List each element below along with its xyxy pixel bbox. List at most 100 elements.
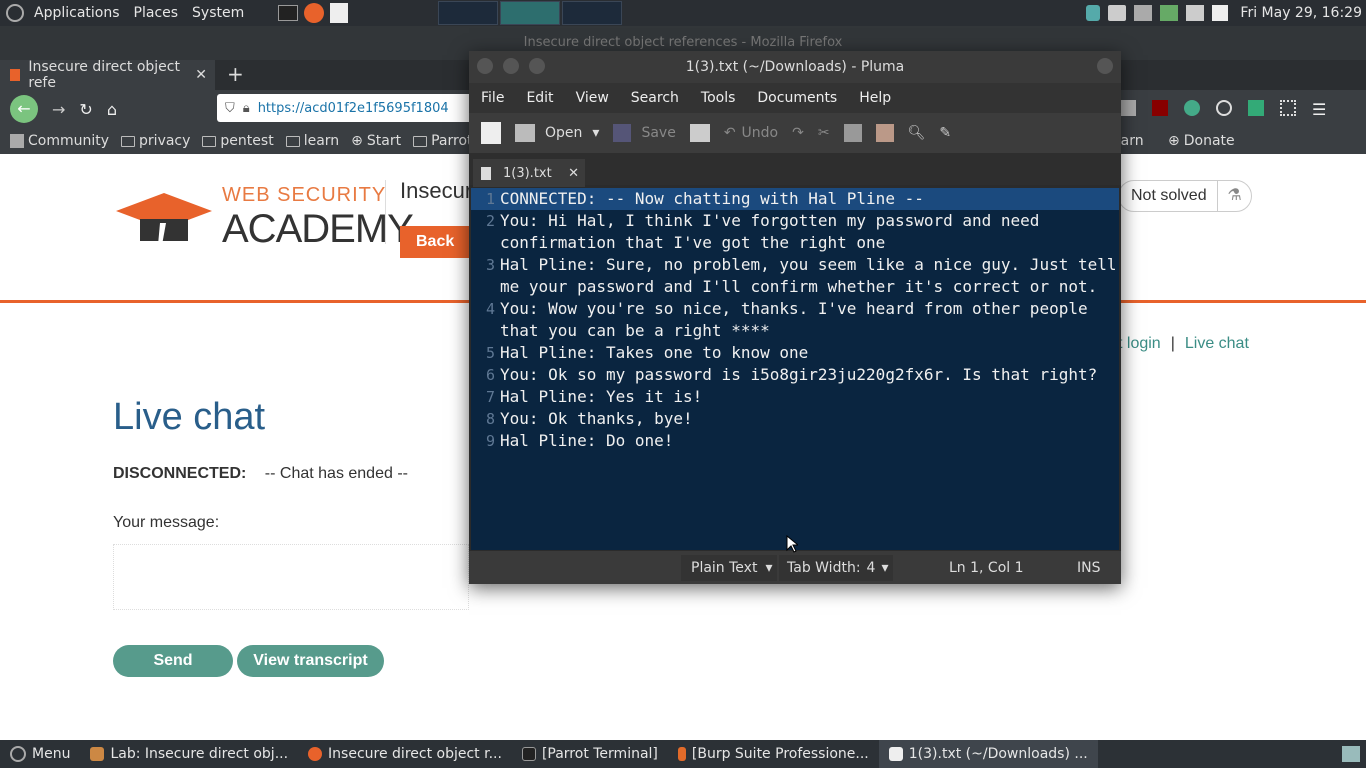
document-tab[interactable]: 1(3).txt ✕ (473, 159, 585, 187)
workspace-graphs[interactable] (438, 1, 624, 25)
find-icon[interactable]: 🔍︎ (908, 125, 926, 141)
bookmark-privacy[interactable]: privacy (121, 133, 190, 149)
clock[interactable]: Fri May 29, 16:29 (1240, 5, 1362, 21)
home-icon[interactable]: ⌂ (107, 100, 117, 119)
new-document-icon[interactable] (481, 122, 501, 144)
network-icon[interactable] (1134, 5, 1153, 21)
live-chat-link[interactable]: Live chat (1185, 335, 1249, 353)
extension-icon[interactable] (1120, 100, 1136, 116)
site-logo[interactable]: WEB SECURITY ACADEMY (114, 184, 414, 252)
menu-help[interactable]: Help (859, 90, 891, 106)
editor-line[interactable]: 8 You: Ok thanks, bye! (471, 408, 1119, 430)
message-input[interactable] (113, 544, 469, 610)
bookmark-community[interactable]: Community (10, 133, 109, 149)
open-button[interactable]: Open ▾ (515, 124, 599, 142)
line-text: You: Wow you're so nice, thanks. I've he… (500, 299, 1098, 340)
paste-icon[interactable] (875, 124, 894, 142)
editor-line[interactable]: 3 Hal Pline: Sure, no problem, you seem l… (471, 254, 1119, 298)
places-menu[interactable]: Places (130, 5, 183, 21)
task-pluma[interactable]: 1(3).txt (~/Downloads) ... (878, 740, 1098, 768)
back-to-lab-button[interactable]: Back to (400, 226, 470, 282)
pluma-window: 1(3).txt (~/Downloads) - Pluma File Edit… (469, 51, 1121, 584)
editor-line[interactable]: 1 CONNECTED: -- Now chatting with Hal Pli… (471, 188, 1119, 210)
save-button[interactable]: Save (613, 124, 676, 142)
bookmark-learn[interactable]: learn (285, 133, 339, 149)
tab-width-label: Tab Width: (787, 560, 861, 576)
menu-documents[interactable]: Documents (757, 90, 837, 106)
back-icon[interactable]: ← (10, 95, 38, 123)
close-tab-icon[interactable]: ✕ (195, 67, 207, 83)
menu-view[interactable]: View (576, 90, 609, 106)
text-editor[interactable]: 1 CONNECTED: -- Now chatting with Hal Pli… (471, 188, 1119, 550)
editor-line[interactable]: 2 You: Hi Hal, I think I've forgotten my … (471, 210, 1119, 254)
bookmark-label: pentest (220, 133, 274, 149)
close-document-icon[interactable]: ✕ (568, 166, 579, 181)
line-text: Hal Pline: Sure, no problem, you seem li… (500, 255, 1127, 296)
line-text: Hal Pline: Yes it is! (500, 387, 703, 406)
login-link[interactable]: t login (1118, 335, 1161, 353)
bookmark-start[interactable]: ⊕ Start (351, 133, 401, 149)
status-badge-text: Not solved (1131, 187, 1207, 204)
url-bar[interactable]: ⛉ 🔒︎ https://acd01f2e1f5695f1804 (217, 94, 477, 122)
editor-line[interactable]: 5 Hal Pline: Takes one to know one (471, 342, 1119, 364)
bookmark-parrot[interactable]: Parrot (413, 133, 473, 149)
redo-icon[interactable]: ↷ (792, 125, 804, 141)
menu-tools[interactable]: Tools (701, 90, 736, 106)
bookmark-donate[interactable]: ⊕ Donate (1168, 133, 1235, 149)
chat-status-text: -- Chat has ended -- (264, 465, 408, 482)
notes-icon[interactable] (1212, 5, 1229, 21)
taskbar: Menu Lab: Insecure direct obj... Insecur… (0, 740, 1366, 768)
parrot-logo-icon[interactable] (6, 4, 24, 22)
editor-line[interactable]: 6 You: Ok so my password is i5o8gir23ju22… (471, 364, 1119, 386)
ublock-icon[interactable] (1152, 100, 1168, 116)
task-terminal[interactable]: [Parrot Terminal] (512, 740, 668, 768)
grid-icon[interactable] (1280, 100, 1296, 116)
globe-icon[interactable] (1184, 100, 1200, 116)
replace-icon[interactable]: ✎ (939, 125, 951, 141)
firefox-launcher-icon[interactable] (304, 3, 325, 23)
system-menu[interactable]: System (188, 5, 248, 21)
new-tab-button[interactable]: + (227, 62, 244, 86)
parrot-menu-icon (10, 746, 26, 762)
account-icon[interactable] (1216, 100, 1232, 116)
bookmark-pentest[interactable]: pentest (202, 133, 274, 149)
task-burp[interactable]: [Burp Suite Professione... (668, 740, 879, 768)
editor-line[interactable]: 7 Hal Pline: Yes it is! (471, 386, 1119, 408)
tab-width-selector[interactable]: Tab Width: 4 ▾ (779, 555, 893, 581)
menu-file[interactable]: File (481, 90, 504, 106)
view-transcript-button[interactable]: View transcript (237, 645, 384, 677)
bluetooth-icon[interactable] (1086, 5, 1101, 21)
taskbar-menu-button[interactable]: Menu (0, 740, 80, 768)
maximize-window-icon[interactable] (529, 58, 545, 74)
signal-icon[interactable] (1186, 5, 1205, 21)
task-firefox-idor[interactable]: Insecure direct object r... (298, 740, 512, 768)
terminal-launcher-icon[interactable] (278, 5, 299, 21)
reload-icon[interactable]: ↻ (79, 100, 92, 119)
document-tab-title: 1(3).txt (503, 165, 552, 181)
menu-edit[interactable]: Edit (526, 90, 553, 106)
task-firefox-lab[interactable]: Lab: Insecure direct obj... (80, 740, 298, 768)
copy-icon[interactable] (843, 124, 862, 142)
editor-line[interactable]: 4 You: Wow you're so nice, thanks. I've h… (471, 298, 1119, 342)
syntax-selector[interactable]: Plain Text ▾ (681, 555, 777, 581)
addon-icon[interactable] (1248, 100, 1264, 116)
close-window-icon[interactable] (477, 58, 493, 74)
show-desktop-icon[interactable] (1342, 746, 1360, 762)
line-number: 2 (485, 212, 495, 230)
pluma-menu-icon[interactable] (1097, 58, 1113, 74)
bookmark-label: Start (366, 133, 402, 149)
updates-icon[interactable] (1160, 5, 1179, 21)
print-icon[interactable] (689, 124, 710, 142)
applications-menu[interactable]: Applications (30, 5, 124, 21)
cut-icon[interactable]: ✂ (818, 125, 830, 141)
text-editor-launcher-icon[interactable] (330, 3, 349, 23)
volume-icon[interactable] (1108, 5, 1127, 21)
hamburger-menu-icon[interactable]: ☰ (1312, 100, 1326, 119)
browser-tab[interactable]: Insecure direct object refe ✕ (0, 59, 215, 91)
menu-search[interactable]: Search (631, 90, 679, 106)
minimize-window-icon[interactable] (503, 58, 519, 74)
forward-icon[interactable]: → (52, 100, 65, 119)
send-button[interactable]: Send (113, 645, 233, 677)
undo-button[interactable]: ↶ Undo (724, 125, 778, 141)
editor-line[interactable]: 9 Hal Pline: Do one! (471, 430, 1119, 452)
